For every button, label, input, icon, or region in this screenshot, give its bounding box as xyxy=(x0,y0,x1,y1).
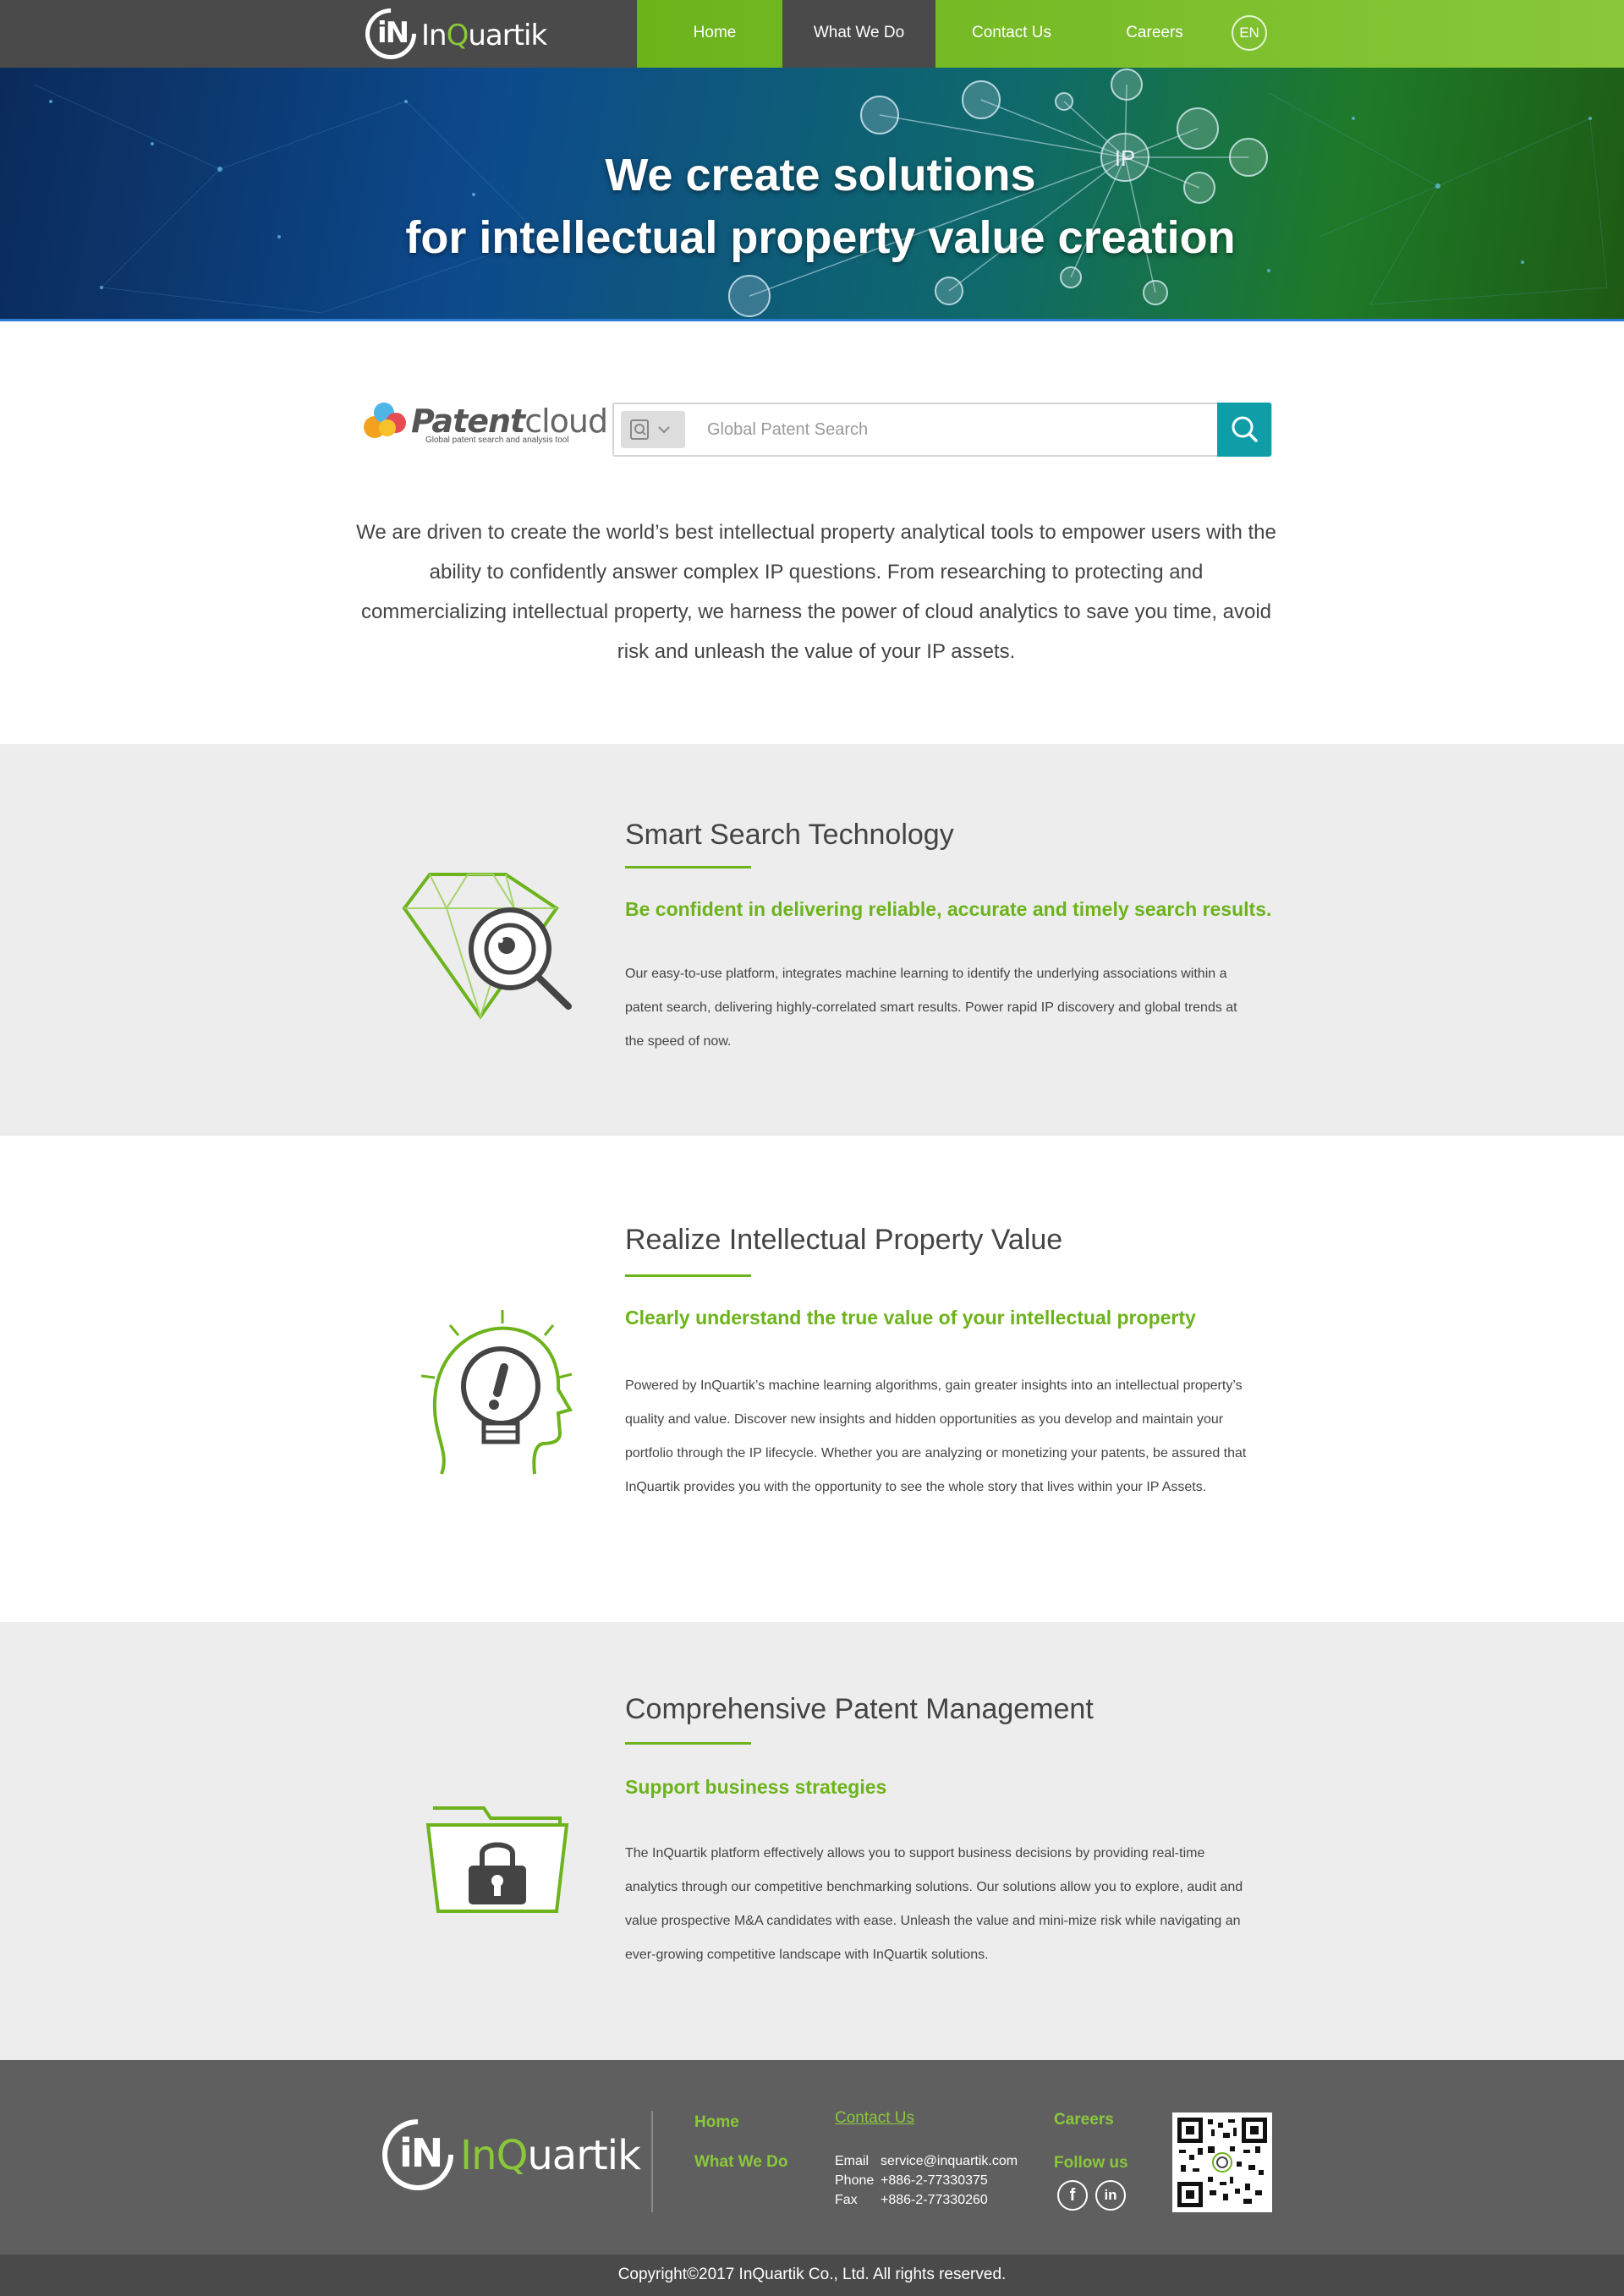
hero-title-line1: We create solutions xyxy=(605,150,1036,200)
footer-email: Email service@inquartik.com xyxy=(835,2154,1018,2168)
section-divider xyxy=(625,866,751,869)
footer-fax: Fax +886-2-77330260 xyxy=(835,2193,988,2207)
hero-banner: IP We create solutions for intellectual … xyxy=(0,68,1624,321)
language-switch[interactable]: EN xyxy=(1232,15,1267,51)
email-link[interactable]: service@inquartik.com xyxy=(881,2154,1018,2168)
footer-link-contact-us[interactable]: Contact Us xyxy=(835,2109,914,2128)
logo-wordmark: InQuartik xyxy=(421,19,547,52)
patentcloud-logo[interactable]: Patentcloud Global patent search and ana… xyxy=(362,401,608,452)
inquartik-logo[interactable]: iN InQuartik xyxy=(354,0,547,70)
section-title: Comprehensive Patent Management xyxy=(625,1693,1094,1725)
footer-logo[interactable]: iN InQuartik xyxy=(367,2104,641,2206)
qr-code xyxy=(1172,2112,1272,2212)
hero-title-line2: for intellectual property value creation xyxy=(405,212,1236,263)
section-patent-management: Comprehensive Patent Management Support … xyxy=(0,1622,1624,2060)
section-subtitle: Support business strategies xyxy=(625,1776,887,1798)
section-title: Smart Search Technology xyxy=(625,819,954,851)
search-bar xyxy=(612,403,1272,457)
patentcloud-wordmark: Patentcloud xyxy=(411,403,608,440)
linkedin-icon[interactable]: in xyxy=(1095,2180,1126,2211)
logo-dot-yellow-icon xyxy=(379,419,396,436)
folder-lock-icon xyxy=(425,1806,569,1913)
search-input[interactable] xyxy=(707,416,1130,443)
footer-link-careers[interactable]: Careers xyxy=(1054,2111,1114,2129)
section-divider xyxy=(625,1742,751,1745)
logo-wordmark: InQuartik xyxy=(460,2132,641,2179)
patentcloud-tagline: Global patent search and analysis tool xyxy=(425,436,569,445)
logo-monogram: iN xyxy=(399,2130,443,2176)
section-body: Our easy-to-use platform, integrates mac… xyxy=(625,967,1237,1049)
section-subtitle: Be confident in delivering reliable, acc… xyxy=(625,898,1272,920)
footer xyxy=(0,2060,1624,2255)
footer-follow-us: Follow us xyxy=(1054,2154,1128,2172)
footer-link-what-we-do[interactable]: What We Do xyxy=(694,2153,787,2172)
logo-monogram: iN xyxy=(377,16,409,50)
nav-contact-us[interactable]: Contact Us xyxy=(954,0,1069,68)
section-smart-search: Smart Search Technology Be confident in … xyxy=(0,744,1624,1136)
section-body: Powered by InQuartik’s machine learning … xyxy=(625,1378,1247,1494)
nav-careers[interactable]: Careers xyxy=(1100,0,1210,68)
search-button[interactable] xyxy=(1217,403,1271,457)
section-subtitle: Clearly understand the true value of you… xyxy=(625,1307,1196,1329)
chevron-down-icon xyxy=(658,426,670,434)
diamond-magnifier-icon xyxy=(402,873,572,1020)
copyright: Copyright©2017 InQuartik Co., Ltd. All r… xyxy=(0,2255,1624,2296)
section-ip-value: Realize Intellectual Property Value Clea… xyxy=(0,1136,1624,1622)
section-body: The InQuartik platform effectively allow… xyxy=(625,1846,1243,1962)
facebook-icon[interactable]: f xyxy=(1057,2180,1088,2211)
intro-paragraph: We are driven to create the world’s best… xyxy=(356,521,1276,663)
section-title: Realize Intellectual Property Value xyxy=(625,1224,1063,1256)
qr-code-icon xyxy=(1177,2118,1267,2207)
nav-what-we-do[interactable]: What We Do xyxy=(782,0,935,68)
footer-divider xyxy=(651,2111,653,2212)
search-type-select[interactable] xyxy=(621,411,685,448)
footer-link-home[interactable]: Home xyxy=(694,2113,739,2132)
nav-home[interactable]: Home xyxy=(660,0,770,68)
footer-phone: Phone +886-2-77330375 xyxy=(835,2173,988,2188)
hero-title: We create solutions for intellectual pro… xyxy=(0,144,1624,269)
head-lightbulb-icon xyxy=(420,1310,573,1475)
search-icon xyxy=(1232,416,1258,442)
section-divider xyxy=(625,1274,751,1277)
document-search-icon xyxy=(630,419,670,440)
